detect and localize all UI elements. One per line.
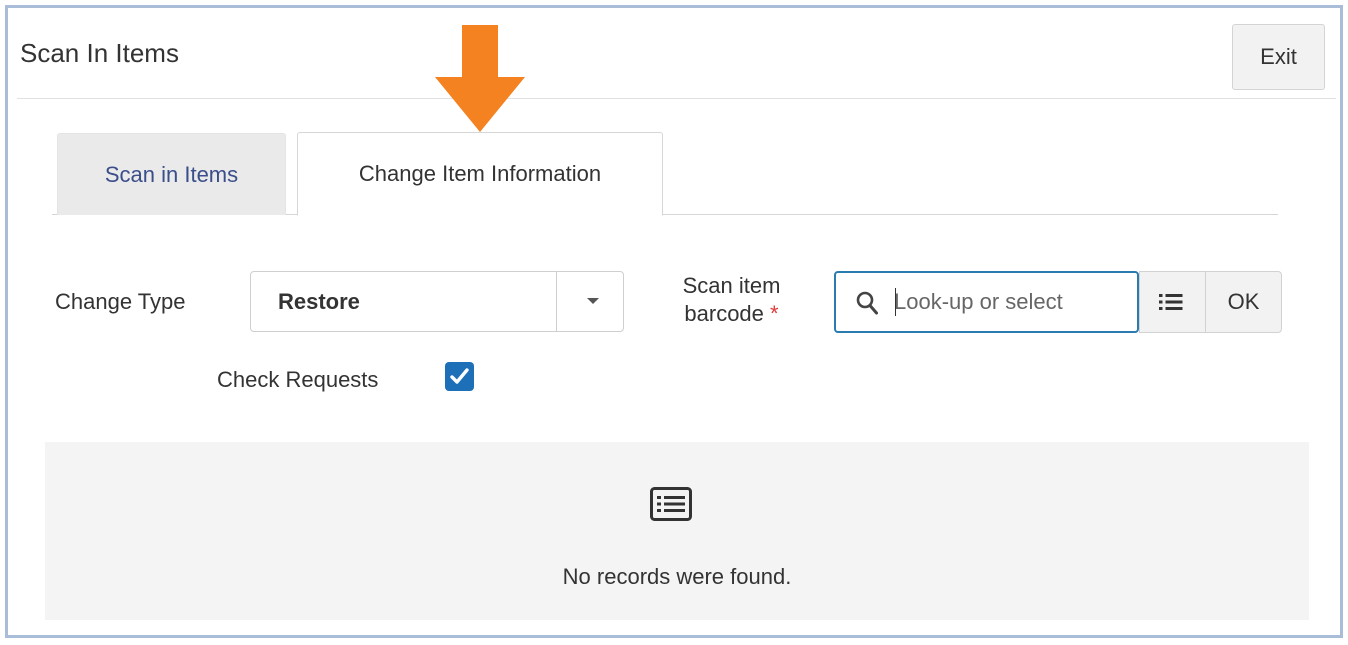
page-title: Scan In Items — [20, 38, 179, 68]
barcode-search-field[interactable] — [834, 271, 1139, 333]
list-card-icon — [650, 487, 692, 521]
results-empty-state: No records were found. — [45, 442, 1309, 620]
chevron-down-icon[interactable] — [587, 298, 599, 304]
scan-label-line1: Scan item — [682, 273, 781, 298]
ok-button[interactable]: OK — [1205, 271, 1282, 333]
change-type-label: Change Type — [55, 289, 186, 314]
checkmark-icon — [450, 368, 469, 384]
change-type-value: Restore — [278, 289, 360, 314]
required-marker: * — [770, 301, 779, 326]
check-requests-label: Check Requests — [217, 367, 379, 392]
tab-scan-in-items[interactable]: Scan in Items — [57, 133, 286, 215]
select-divider — [556, 272, 557, 331]
tab-label: Change Item Information — [358, 161, 602, 186]
empty-message: No records were found. — [562, 564, 792, 589]
down-arrow-icon — [435, 25, 525, 132]
barcode-search-input[interactable] — [894, 281, 1134, 323]
search-icon — [856, 291, 878, 315]
check-requests-checkbox[interactable] — [445, 362, 474, 391]
list-icon — [1159, 294, 1183, 310]
select-from-list-button[interactable] — [1139, 271, 1206, 333]
text-cursor — [895, 288, 896, 316]
change-type-select[interactable]: Restore — [250, 271, 624, 332]
tab-label: Scan in Items — [104, 161, 239, 187]
exit-button[interactable]: Exit — [1232, 24, 1325, 90]
scan-item-barcode-label: Scan item barcode * — [664, 272, 799, 328]
title-divider — [17, 98, 1336, 99]
tab-change-item-information[interactable]: Change Item Information — [297, 132, 663, 216]
scan-label-line2: barcode — [684, 301, 764, 326]
